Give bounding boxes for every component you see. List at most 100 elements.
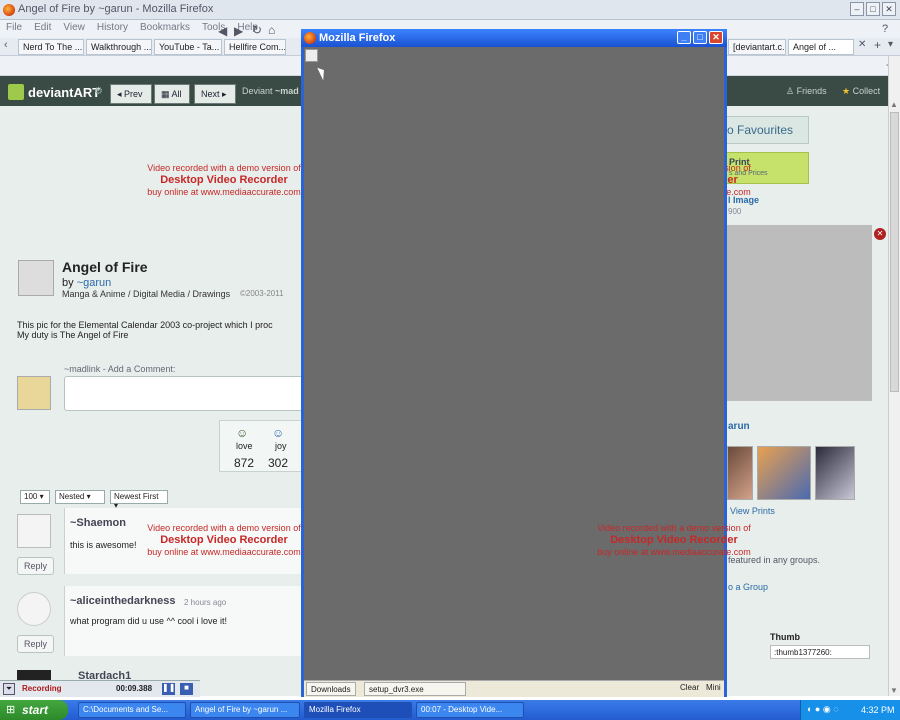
watermark: Video recorded with a demo version ofDes… bbox=[147, 163, 301, 197]
tray-icons[interactable]: ◐ ● ◉ ◌ bbox=[807, 704, 839, 715]
gallery-thumb[interactable] bbox=[757, 446, 811, 500]
clear-button[interactable]: Clear bbox=[680, 683, 699, 692]
help-icon[interactable]: ? bbox=[876, 21, 894, 35]
gallery-thumb[interactable] bbox=[727, 446, 753, 500]
page-scrollbar[interactable]: ▲ ▼ bbox=[888, 56, 900, 696]
scroll-up-icon[interactable]: ▲ bbox=[890, 100, 898, 109]
downloads-button[interactable]: Downloads bbox=[306, 682, 356, 696]
love-icon[interactable]: ☺ bbox=[236, 426, 248, 440]
next-label: Next bbox=[201, 89, 220, 99]
comment-prompt: ~madlink - Add a Comment: bbox=[64, 364, 176, 374]
comment-user[interactable]: ~aliceinthedarkness bbox=[70, 595, 175, 607]
order-select[interactable]: Newest First ▾ bbox=[110, 490, 168, 510]
comment-avatar[interactable] bbox=[17, 670, 51, 680]
inner-minimize-button[interactable]: _ bbox=[677, 31, 691, 44]
image-size: 900 bbox=[728, 207, 742, 216]
comment-user[interactable]: ~Shaemon bbox=[70, 517, 126, 529]
close-button[interactable]: ✕ bbox=[882, 2, 896, 16]
stop-icon[interactable]: ■ bbox=[180, 683, 193, 695]
new-tab-icon[interactable]: + bbox=[874, 38, 881, 52]
tab-deviantart[interactable]: [deviantart.c... bbox=[728, 39, 786, 55]
inner-close-button[interactable]: ✕ bbox=[709, 31, 723, 44]
bookmark-youtube[interactable]: YouTube - Ta... bbox=[154, 39, 222, 55]
artist-link[interactable]: ~garun bbox=[77, 277, 112, 289]
tab-scroll-left-icon[interactable]: ‹ bbox=[4, 39, 8, 51]
inner-firefox-window[interactable] bbox=[301, 29, 727, 697]
prev-button[interactable]: ◂ Prev bbox=[110, 84, 152, 104]
download-item[interactable]: setup_dvr3.exe bbox=[364, 682, 466, 696]
joy-label: joy bbox=[275, 441, 287, 451]
menu-file[interactable]: File bbox=[0, 20, 28, 33]
art-category[interactable]: Manga & Anime / Digital Media / Drawings bbox=[62, 289, 230, 299]
minimize-button[interactable]: – bbox=[850, 2, 864, 16]
add-favourites-button[interactable]: o Favourites bbox=[727, 116, 809, 144]
inner-window-title: Mozilla Firefox bbox=[319, 32, 396, 44]
reply-button[interactable]: Reply bbox=[17, 557, 55, 575]
artist-gallery-link[interactable]: arun bbox=[728, 421, 750, 432]
user-avatar[interactable] bbox=[17, 376, 51, 410]
outer-titlebar: Angel of Fire by ~garun - Mozilla Firefo… bbox=[0, 0, 900, 20]
bookmark-hellfire[interactable]: Hellfire Com... bbox=[224, 39, 286, 55]
clock: 4:32 PM bbox=[861, 705, 895, 715]
comment-avatar[interactable] bbox=[17, 514, 51, 548]
deviantart-logo-icon bbox=[8, 84, 24, 100]
thumb-code-field[interactable]: :thumb1377260: bbox=[770, 645, 870, 659]
art-byline: by ~garun bbox=[62, 277, 112, 289]
system-tray: ◐ ● ◉ ◌ 4:32 PM bbox=[800, 700, 900, 720]
love-count: 872 bbox=[234, 456, 255, 470]
inner-titlebar[interactable]: Mozilla Firefox _ □ ✕ bbox=[301, 29, 727, 47]
scroll-thumb[interactable] bbox=[890, 112, 899, 392]
collect-link[interactable]: ★ Collect bbox=[842, 86, 880, 97]
gear-icon[interactable]: ⚙ bbox=[94, 86, 103, 97]
reactions-box bbox=[219, 420, 303, 472]
reply-button[interactable]: Reply bbox=[17, 635, 55, 653]
home-icon[interactable]: ⌂ bbox=[262, 21, 281, 37]
friends-icon: ♙ bbox=[786, 86, 797, 96]
all-label: All bbox=[171, 89, 182, 99]
task-explorer[interactable]: C:\Documents and Se... bbox=[78, 702, 186, 718]
joy-icon[interactable]: ☺ bbox=[272, 426, 284, 440]
artist-avatar[interactable] bbox=[18, 260, 54, 296]
firefox-icon bbox=[304, 32, 316, 44]
bookmark-nerd[interactable]: Nerd To The ... bbox=[18, 39, 84, 55]
thumb-label: Thumb bbox=[770, 632, 800, 642]
task-mozilla-firefox[interactable]: Mozilla Firefox bbox=[304, 702, 412, 718]
menu-bookmarks[interactable]: Bookmarks bbox=[134, 20, 196, 33]
art-description-2: My duty is The Angel of Fire bbox=[17, 330, 129, 340]
tab-close-icon[interactable]: ✕ bbox=[858, 39, 866, 50]
all-button[interactable]: ▦ All bbox=[154, 84, 190, 104]
next-arrow-icon: ▸ bbox=[219, 89, 227, 99]
view-prints-link[interactable]: View Prints bbox=[730, 506, 775, 516]
per-page-select[interactable]: 100 ▾ bbox=[20, 490, 50, 504]
da-logo[interactable]: deviantART bbox=[28, 85, 100, 100]
recorder-menu-icon[interactable]: ⏷ bbox=[3, 683, 15, 695]
gallery-thumb[interactable] bbox=[815, 446, 855, 500]
pause-icon[interactable]: ❚❚ bbox=[162, 683, 175, 695]
prev-arrow-icon: ◂ bbox=[117, 89, 125, 99]
tab-angel-of-fire[interactable]: Angel of ... bbox=[788, 39, 854, 55]
maximize-button[interactable]: □ bbox=[866, 2, 880, 16]
menu-history[interactable]: History bbox=[91, 20, 134, 33]
mode-select[interactable]: Nested ▾ bbox=[55, 490, 105, 504]
task-desktop-video-recorder[interactable]: 00:07 - Desktop Vide... bbox=[416, 702, 524, 718]
firefox-icon bbox=[3, 4, 15, 16]
inner-maximize-button[interactable]: □ bbox=[693, 31, 707, 44]
friends-link[interactable]: ♙ Friends bbox=[786, 86, 827, 97]
comment-input[interactable] bbox=[64, 376, 304, 411]
scroll-down-icon[interactable]: ▼ bbox=[890, 686, 898, 695]
ad-placeholder bbox=[727, 225, 872, 401]
comment-avatar[interactable] bbox=[17, 592, 51, 626]
tab-list-icon[interactable]: ▾ bbox=[888, 39, 893, 50]
page-icon[interactable] bbox=[305, 49, 318, 62]
recording-time: 00:09.388 bbox=[116, 684, 153, 693]
add-to-group-link[interactable]: o a Group bbox=[728, 582, 768, 592]
bookmark-walkthrough[interactable]: Walkthrough ... bbox=[86, 39, 152, 55]
menu-edit[interactable]: Edit bbox=[28, 20, 57, 33]
mini-button[interactable]: Mini bbox=[706, 683, 721, 692]
menu-view[interactable]: View bbox=[57, 20, 91, 33]
next-button[interactable]: Next ▸ bbox=[194, 84, 236, 104]
deviant-label: Deviant ~mad bbox=[242, 86, 299, 96]
task-angel-of-fire[interactable]: Angel of Fire by ~garun ... bbox=[190, 702, 300, 718]
close-ad-icon[interactable]: ✕ bbox=[874, 228, 886, 240]
windows-logo-icon: ⊞ bbox=[6, 704, 16, 716]
